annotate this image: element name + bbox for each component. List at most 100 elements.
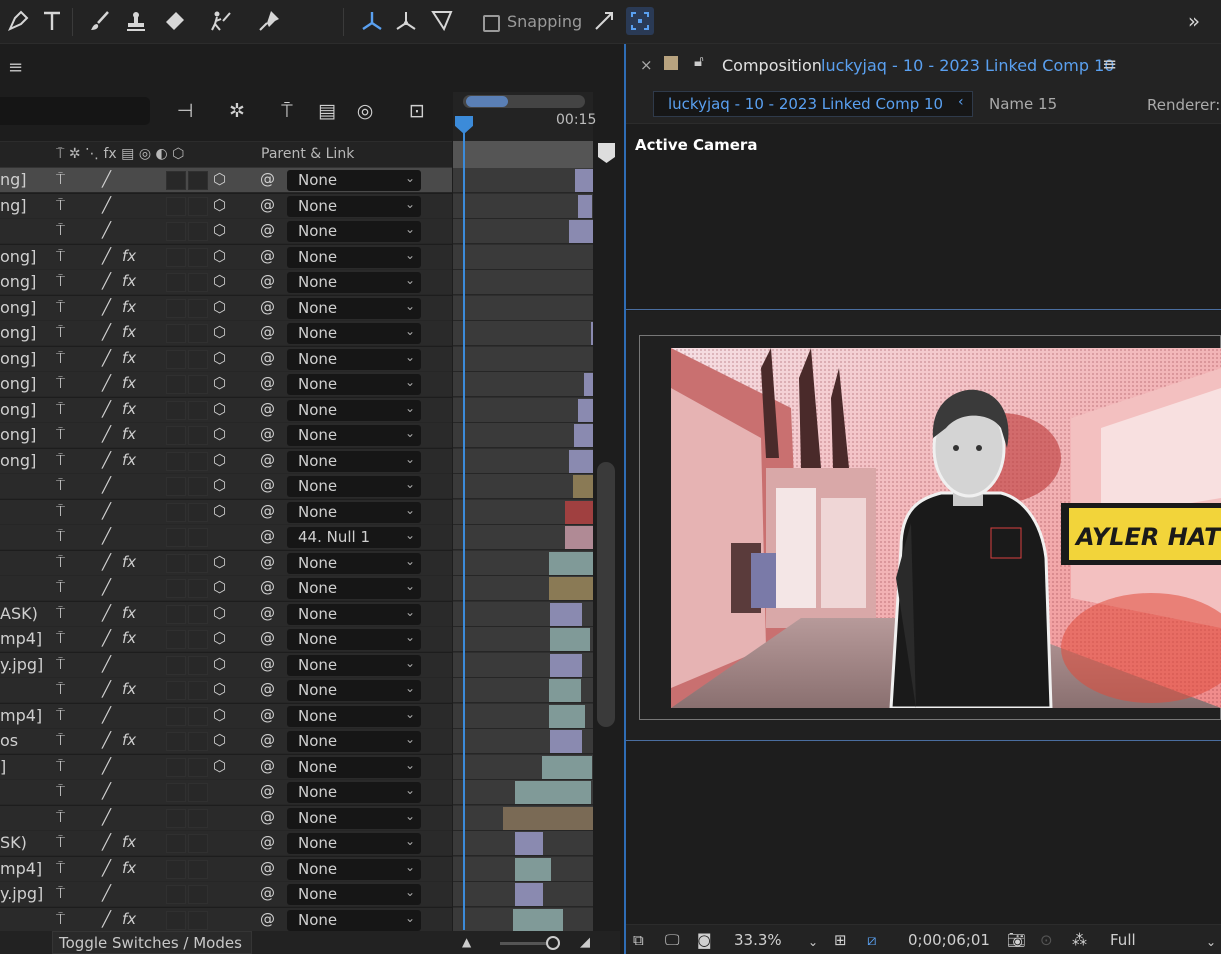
layer-track[interactable] bbox=[453, 372, 593, 397]
layer-name[interactable]: y.jpg] bbox=[0, 655, 43, 674]
layer-track[interactable] bbox=[453, 704, 593, 729]
layer-row[interactable]: ⍑ ╱ fx ⬡ @ None ⌄ bbox=[0, 678, 452, 703]
switch-box[interactable] bbox=[188, 707, 208, 726]
quality-switch-icon[interactable]: ╱ bbox=[102, 782, 111, 800]
quality-switch-icon[interactable]: ╱ bbox=[102, 578, 111, 596]
layer-row[interactable]: ] ⍑ ╱ ⬡ @ None ⌄ bbox=[0, 755, 452, 780]
parent-select[interactable]: None ⌄ bbox=[287, 247, 421, 268]
switch-box[interactable] bbox=[166, 426, 186, 445]
shy-switch-icon[interactable]: ⍑ bbox=[56, 298, 65, 316]
region-of-interest-icon[interactable]: ⊞ bbox=[834, 931, 847, 949]
shy-switch-icon[interactable]: ⍑ bbox=[56, 527, 65, 545]
layer-row[interactable]: ong] ⍑ ╱ fx ⬡ @ None ⌄ bbox=[0, 321, 452, 346]
parent-select[interactable]: None ⌄ bbox=[287, 604, 421, 625]
local-axis-mode-icon[interactable] bbox=[358, 7, 386, 35]
3d-layer-icon[interactable]: ⬡ bbox=[213, 502, 226, 520]
clone-stamp-tool-icon[interactable] bbox=[122, 7, 150, 35]
show-snapshot-icon[interactable]: ⊙ bbox=[1040, 931, 1053, 949]
shy-switch-icon[interactable]: ⍑ bbox=[56, 425, 65, 443]
layer-name[interactable]: ASK) bbox=[0, 604, 38, 623]
layer-duration-bar[interactable] bbox=[515, 832, 543, 855]
layer-row[interactable]: ng] ⍑ ╱ ⬡ @ None ⌄ bbox=[0, 194, 452, 219]
layer-track[interactable] bbox=[453, 500, 593, 525]
switch-box[interactable] bbox=[166, 911, 186, 930]
layer-track[interactable] bbox=[453, 551, 593, 576]
switch-box[interactable] bbox=[166, 885, 186, 904]
shy-switch-icon[interactable]: ⍑ bbox=[56, 910, 65, 928]
layer-row[interactable]: ong] ⍑ ╱ fx ⬡ @ None ⌄ bbox=[0, 245, 452, 270]
layer-track[interactable] bbox=[453, 168, 593, 193]
3d-layer-icon[interactable]: ⬡ bbox=[213, 247, 226, 265]
layer-row[interactable]: os ⍑ ╱ fx ⬡ @ None ⌄ bbox=[0, 729, 452, 754]
shy-switch-icon[interactable]: ⍑ bbox=[56, 553, 65, 571]
label-color-swatch[interactable] bbox=[664, 56, 678, 70]
snap-icon[interactable] bbox=[590, 7, 618, 35]
pick-whip-icon[interactable]: @ bbox=[260, 884, 275, 902]
layer-name[interactable]: mp4] bbox=[0, 859, 42, 878]
3d-layer-icon[interactable]: ⬡ bbox=[213, 298, 226, 316]
quality-switch-icon[interactable]: ╱ bbox=[102, 247, 111, 265]
shy-switch-icon[interactable]: ⍑ bbox=[56, 323, 65, 341]
layer-name[interactable]: ong] bbox=[0, 400, 36, 419]
switch-box[interactable] bbox=[188, 860, 208, 879]
layer-row[interactable]: ⍑ ╱ @44. Null 1 ⌄ bbox=[0, 525, 452, 550]
shy-switch-icon[interactable]: ⍑ bbox=[56, 884, 65, 902]
layer-name[interactable]: ong] bbox=[0, 349, 36, 368]
effects-switch-icon[interactable]: fx bbox=[122, 451, 136, 469]
switch-box[interactable] bbox=[188, 605, 208, 624]
pick-whip-icon[interactable]: @ bbox=[260, 425, 275, 443]
switch-box[interactable] bbox=[188, 834, 208, 853]
layer-track[interactable] bbox=[453, 908, 593, 933]
layer-name[interactable]: ong] bbox=[0, 247, 36, 266]
layer-name[interactable]: ong] bbox=[0, 425, 36, 444]
layer-name[interactable]: ong] bbox=[0, 298, 36, 317]
switch-box[interactable] bbox=[166, 222, 186, 241]
layer-track[interactable] bbox=[453, 194, 593, 219]
world-axis-mode-icon[interactable] bbox=[392, 7, 420, 35]
switch-box[interactable] bbox=[166, 299, 186, 318]
3d-layer-icon[interactable]: ⬡ bbox=[213, 655, 226, 673]
effects-switch-icon[interactable]: fx bbox=[122, 323, 136, 341]
parent-select[interactable]: None ⌄ bbox=[287, 349, 421, 370]
parent-select[interactable]: None ⌄ bbox=[287, 884, 421, 905]
layer-name[interactable]: ng] bbox=[0, 170, 27, 189]
parent-select[interactable]: None ⌄ bbox=[287, 476, 421, 497]
layer-name[interactable]: mp4] bbox=[0, 706, 42, 725]
lock-icon[interactable]: 🔓︎ bbox=[694, 52, 704, 70]
3d-layer-icon[interactable]: ⬡ bbox=[213, 196, 226, 214]
effects-switch-icon[interactable]: fx bbox=[122, 859, 136, 877]
shy-switch-icon[interactable]: ⍑ bbox=[56, 349, 65, 367]
3d-layer-icon[interactable]: ⬡ bbox=[213, 629, 226, 647]
zoom-slider-thumb[interactable] bbox=[546, 936, 560, 950]
quality-switch-icon[interactable]: ╱ bbox=[102, 731, 111, 749]
effects-switch-icon[interactable]: fx bbox=[122, 553, 136, 571]
layer-row[interactable]: mp4] ⍑ ╱ fx ⬡ @ None ⌄ bbox=[0, 627, 452, 652]
graph-editor-icon[interactable]: ⊡ bbox=[402, 96, 432, 126]
switch-box[interactable] bbox=[188, 248, 208, 267]
effects-switch-icon[interactable]: fx bbox=[122, 604, 136, 622]
switch-box[interactable] bbox=[166, 630, 186, 649]
shy-switch-icon[interactable]: ⍑ bbox=[56, 629, 65, 647]
parent-select[interactable]: None ⌄ bbox=[287, 451, 421, 472]
switch-box[interactable] bbox=[166, 707, 186, 726]
layer-row[interactable]: ⍑ ╱ ⬡ @ None ⌄ bbox=[0, 474, 452, 499]
quality-switch-icon[interactable]: ╱ bbox=[102, 400, 111, 418]
pick-whip-icon[interactable]: @ bbox=[260, 451, 275, 469]
puppet-pin-tool-icon[interactable] bbox=[255, 7, 283, 35]
3d-layer-icon[interactable]: ⬡ bbox=[213, 680, 226, 698]
switch-box[interactable] bbox=[188, 783, 208, 802]
switch-box[interactable] bbox=[166, 834, 186, 853]
quality-switch-icon[interactable]: ╱ bbox=[102, 527, 111, 545]
layer-duration-bar[interactable] bbox=[549, 705, 585, 728]
layer-row[interactable]: ng] ⍑ ╱ ⬡ @ None ⌄ bbox=[0, 168, 452, 193]
layer-track[interactable] bbox=[453, 653, 593, 678]
parent-select[interactable]: None ⌄ bbox=[287, 272, 421, 293]
shy-switch-icon[interactable]: ⍑ bbox=[56, 782, 65, 800]
3d-layer-icon[interactable]: ⬡ bbox=[213, 706, 226, 724]
effects-switch-icon[interactable]: fx bbox=[122, 910, 136, 928]
toggle-switches-modes-button[interactable]: Toggle Switches / Modes bbox=[52, 931, 252, 954]
switch-box[interactable] bbox=[188, 758, 208, 777]
quality-switch-icon[interactable]: ╱ bbox=[102, 655, 111, 673]
shy-switch-icon[interactable]: ⍑ bbox=[56, 451, 65, 469]
switch-box[interactable] bbox=[166, 783, 186, 802]
